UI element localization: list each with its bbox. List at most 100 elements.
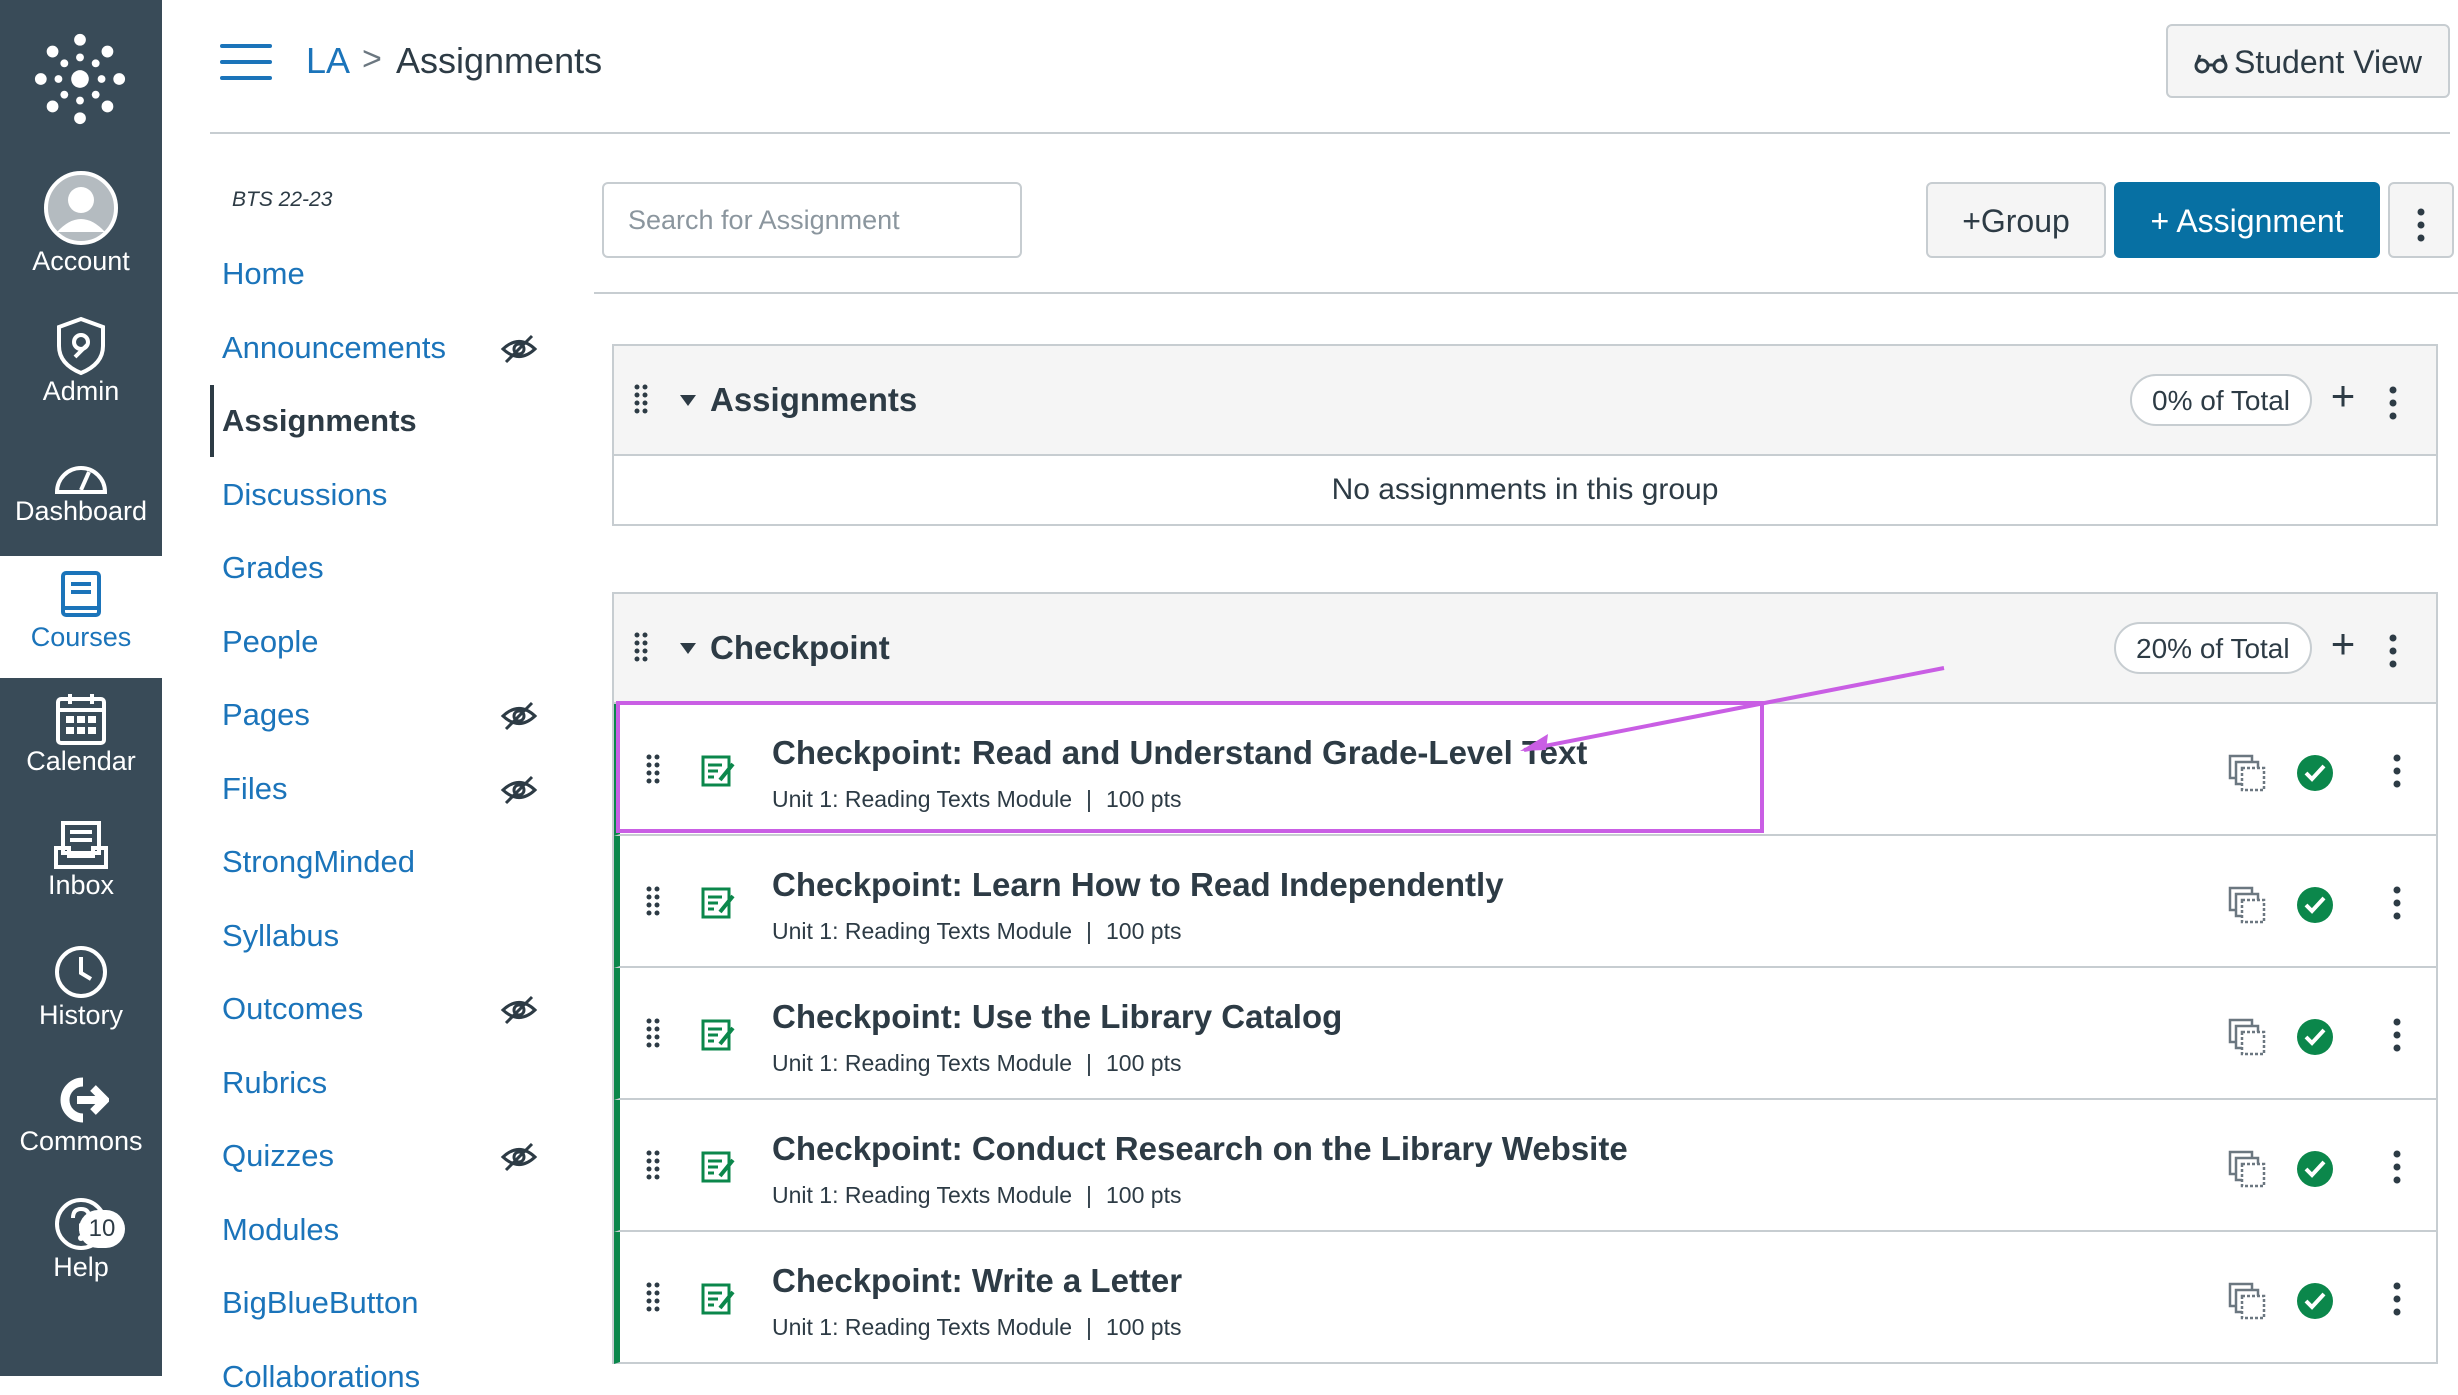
copy-to-icon[interactable] <box>2228 1282 2266 1320</box>
course-nav-people[interactable]: People <box>222 624 319 660</box>
course-term: BTS 22-23 <box>232 188 333 211</box>
global-nav-label: Dashboard <box>14 496 148 526</box>
global-nav-history[interactable]: History <box>0 944 162 1054</box>
assignment-options-kebab-icon[interactable] <box>2392 1150 2402 1184</box>
assignment-group-title[interactable]: Checkpoint <box>710 629 890 667</box>
course-nav-syllabus[interactable]: Syllabus <box>222 918 339 954</box>
global-nav-courses[interactable]: Courses <box>0 556 162 678</box>
page-options-kebab-icon[interactable] <box>2388 182 2454 258</box>
global-nav-label: Help <box>53 1252 109 1282</box>
assignment-meta: Unit 1: Reading Texts Module | 100 pts <box>772 1182 1182 1208</box>
inbox-icon <box>54 821 108 869</box>
add-assignment-to-group-icon[interactable]: + <box>2326 372 2360 420</box>
drag-handle-icon[interactable] <box>634 384 648 414</box>
course-nav-bigbluebutton[interactable]: BigBlueButton <box>222 1285 418 1321</box>
assignment-row[interactable]: Checkpoint: Use the Library Catalog Unit … <box>614 968 2436 1100</box>
course-nav-outcomes[interactable]: Outcomes <box>222 991 363 1027</box>
dashboard-icon <box>54 466 108 494</box>
course-nav-home[interactable]: Home <box>222 256 305 292</box>
assignment-options-kebab-icon[interactable] <box>2392 1018 2402 1052</box>
assignment-module: Unit 1: Reading Texts Module <box>772 1050 1073 1076</box>
published-check-icon[interactable] <box>2296 886 2334 924</box>
help-notification-badge: 10 <box>79 1210 125 1248</box>
copy-to-icon[interactable] <box>2228 886 2266 924</box>
hidden-from-students-icon <box>500 1142 538 1172</box>
global-nav-label: Account <box>32 246 130 276</box>
course-nav-files[interactable]: Files <box>222 771 287 807</box>
copy-to-icon[interactable] <box>2228 754 2266 792</box>
hamburger-menu-icon[interactable] <box>220 44 272 80</box>
assignment-options-kebab-icon[interactable] <box>2392 754 2402 788</box>
global-nav-admin[interactable]: Admin <box>0 316 162 426</box>
group-weight-badge: 0% of Total <box>2130 374 2313 426</box>
course-nav-discussions[interactable]: Discussions <box>222 477 387 513</box>
group-options-kebab-icon[interactable] <box>2388 386 2398 420</box>
collapse-caret-icon[interactable] <box>680 643 696 654</box>
assignment-row[interactable]: Checkpoint: Conduct Research on the Libr… <box>614 1100 2436 1232</box>
course-nav-quizzes[interactable]: Quizzes <box>222 1138 334 1174</box>
group-weight-badge: 20% of Total <box>2114 622 2312 674</box>
course-nav-rubrics[interactable]: Rubrics <box>222 1065 327 1101</box>
drag-handle-icon[interactable] <box>646 1018 660 1048</box>
assignment-module: Unit 1: Reading Texts Module <box>772 918 1073 944</box>
hidden-from-students-icon <box>500 701 538 731</box>
drag-handle-icon[interactable] <box>646 886 660 916</box>
assignment-options-kebab-icon[interactable] <box>2392 886 2402 920</box>
course-nav-active-indicator <box>210 385 214 457</box>
assignment-points: 100 pts <box>1106 918 1182 944</box>
global-nav-help[interactable]: 10 Help <box>0 1196 162 1306</box>
assignment-row[interactable]: Checkpoint: Read and Understand Grade-Le… <box>614 704 2436 836</box>
assignment-title-link[interactable]: Checkpoint: Use the Library Catalog <box>772 998 1342 1036</box>
collapse-caret-icon[interactable] <box>680 395 696 406</box>
course-nav-assignments[interactable]: Assignments <box>222 403 417 439</box>
assignment-row[interactable]: Checkpoint: Learn How to Read Independen… <box>614 836 2436 968</box>
assignment-module: Unit 1: Reading Texts Module <box>772 1182 1073 1208</box>
assignment-module: Unit 1: Reading Texts Module <box>772 786 1073 812</box>
drag-handle-icon[interactable] <box>634 632 648 662</box>
breadcrumb-course[interactable]: LA <box>306 40 350 82</box>
canvas-logo-icon[interactable] <box>31 30 129 128</box>
assignment-group-title[interactable]: Assignments <box>710 381 917 419</box>
global-nav-inbox[interactable]: Inbox <box>0 820 162 930</box>
assignment-group-assignments: Assignments 0% of Total + No assignments… <box>612 344 2438 526</box>
assignment-row[interactable]: Checkpoint: Write a Letter Unit 1: Readin… <box>614 1232 2436 1364</box>
drag-handle-icon[interactable] <box>646 754 660 784</box>
avatar <box>44 171 118 245</box>
drag-handle-icon[interactable] <box>646 1150 660 1180</box>
add-assignment-to-group-icon[interactable]: + <box>2326 620 2360 668</box>
drag-handle-icon[interactable] <box>646 1282 660 1312</box>
courses-icon <box>61 571 101 617</box>
published-check-icon[interactable] <box>2296 1018 2334 1056</box>
assignment-title-link[interactable]: Checkpoint: Read and Understand Grade-Le… <box>772 734 1587 772</box>
assignment-title-link[interactable]: Checkpoint: Conduct Research on the Libr… <box>772 1130 1628 1168</box>
published-check-icon[interactable] <box>2296 1150 2334 1188</box>
copy-to-icon[interactable] <box>2228 1150 2266 1188</box>
assignment-meta: Unit 1: Reading Texts Module | 100 pts <box>772 1314 1182 1340</box>
search-assignment-input[interactable] <box>602 182 1022 258</box>
add-assignment-button[interactable]: + Assignment <box>2114 182 2380 258</box>
published-check-icon[interactable] <box>2296 1282 2334 1320</box>
global-nav-account[interactable]: Account <box>0 170 162 290</box>
course-nav-pages[interactable]: Pages <box>222 697 310 733</box>
course-nav-strongminded[interactable]: StrongMinded <box>222 844 415 880</box>
course-nav-modules[interactable]: Modules <box>222 1212 339 1248</box>
assignment-icon <box>701 1283 735 1315</box>
global-nav-commons[interactable]: Commons <box>0 1074 162 1184</box>
global-nav-dashboard[interactable]: Dashboard <box>0 452 162 556</box>
global-nav-label: Inbox <box>47 870 115 900</box>
assignment-title-link[interactable]: Checkpoint: Write a Letter <box>772 1262 1182 1300</box>
copy-to-icon[interactable] <box>2228 1018 2266 1056</box>
group-options-kebab-icon[interactable] <box>2388 634 2398 668</box>
assignment-title-link[interactable]: Checkpoint: Learn How to Read Independen… <box>772 866 1504 904</box>
course-nav-announcements[interactable]: Announcements <box>222 330 446 366</box>
published-check-icon[interactable] <box>2296 754 2334 792</box>
assignment-group-header: Assignments 0% of Total + <box>614 346 2436 456</box>
course-nav-grades[interactable]: Grades <box>222 550 324 586</box>
assignment-options-kebab-icon[interactable] <box>2392 1282 2402 1316</box>
add-group-button[interactable]: +Group <box>1926 182 2106 258</box>
course-nav-collaborations[interactable]: Collaborations <box>222 1359 420 1395</box>
assignment-meta: Unit 1: Reading Texts Module | 100 pts <box>772 786 1182 812</box>
global-nav-calendar[interactable]: Calendar <box>0 692 162 802</box>
assignment-points: 100 pts <box>1106 786 1182 812</box>
student-view-button[interactable]: Student View <box>2166 24 2450 98</box>
